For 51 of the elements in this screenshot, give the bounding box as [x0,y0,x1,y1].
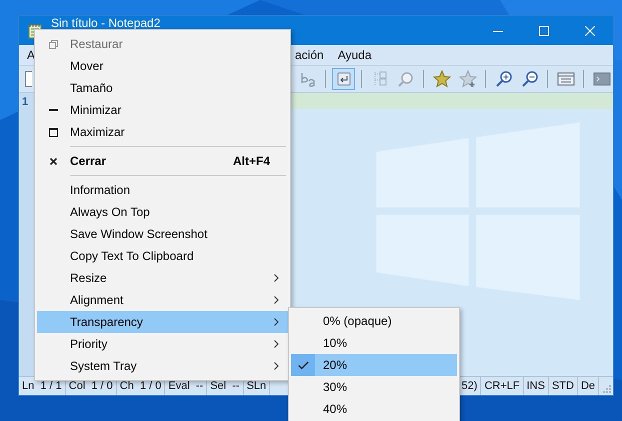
menu-option[interactable]: 10% [291,332,457,354]
menu-option[interactable]: Always On Top [37,201,288,223]
menu-option[interactable]: Information [37,179,288,201]
menu-option[interactable]: 20% [291,354,457,376]
close-icon [585,26,595,36]
toolbar-button[interactable] [332,68,355,90]
menu-option[interactable]: Cerrar Alt+F4 [37,150,288,172]
menu-option[interactable]: 0% (opaque) [291,310,457,332]
window-icon [556,70,574,88]
menu-option[interactable]: Mover [37,55,288,77]
close-icon [49,156,58,166]
chevron-right-icon [274,296,279,304]
restore-icon [49,40,58,48]
zoom-in-icon [494,70,512,88]
menu-option[interactable]: Alignment [37,289,288,311]
menu-option[interactable]: Copy Text To Clipboard [37,245,288,267]
maximize-icon [539,26,549,36]
chevron-right-icon [274,362,279,370]
line-number: 1 [21,96,30,108]
menu-option[interactable]: Minimizar [37,99,288,121]
menu-item[interactable]: ación [293,48,326,62]
toolbar-button[interactable] [25,68,32,90]
menu-option[interactable]: Priority [37,333,288,355]
star-plus-icon [458,70,476,88]
status-field: De [578,377,599,395]
menu-item[interactable]: Ayuda [336,48,374,62]
menu-option[interactable]: 40% [291,398,457,420]
status-field: CR+LF [481,377,524,395]
chevron-right-icon [274,318,279,326]
screen-icon [592,70,610,88]
chevron-right-icon [274,340,279,348]
menu-option[interactable]: Resize [37,267,288,289]
window-title: Sin título - Notepad2 [51,17,162,30]
new-document-icon [25,71,32,87]
toolbar-button[interactable] [430,68,453,90]
menu-option[interactable]: Tamaño [37,77,288,99]
menu-option[interactable]: Save Window Screenshot [37,223,288,245]
status-field: STD [548,377,578,395]
minimize-icon [49,109,58,111]
magnifier-icon [396,70,414,88]
menu-option[interactable]: 30% [291,376,457,398]
menu-option[interactable]: Transparency [37,311,288,333]
zoom-out-icon [520,70,538,88]
maximize-icon [49,128,58,136]
menu-option[interactable]: Maximizar [37,121,288,143]
star-icon [432,70,450,88]
status-field: INS [524,377,549,395]
chevron-right-icon [274,274,279,282]
menu-option[interactable]: System Tray [37,355,288,377]
replace-text-icon [298,70,316,88]
word-wrap-icon [334,70,352,88]
